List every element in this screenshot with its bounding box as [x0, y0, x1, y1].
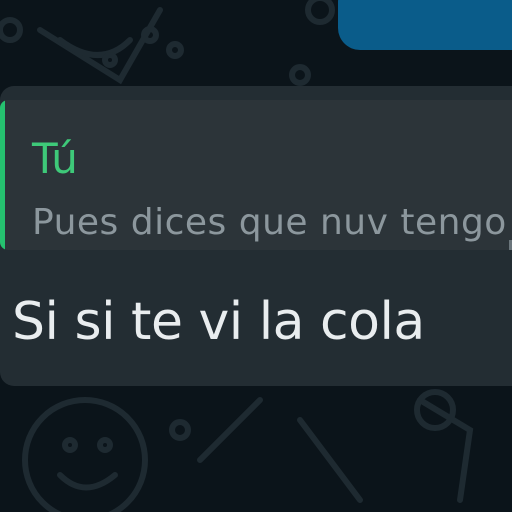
quoted-reply-text: Pues dices que nuv tengo — [32, 202, 507, 243]
outgoing-message-bubble[interactable] — [338, 0, 512, 50]
quoted-reply-author: Tú — [32, 134, 78, 183]
quoted-reply-accent-bar — [0, 100, 5, 250]
quoted-reply[interactable]: Tú Pues dices que nuv tengo — [0, 100, 512, 250]
message-text: Si si te vi la cola — [12, 292, 425, 352]
incoming-message-bubble[interactable]: Tú Pues dices que nuv tengo Si si te vi … — [0, 86, 512, 386]
chat-background: Tú Pues dices que nuv tengo Si si te vi … — [0, 0, 512, 512]
